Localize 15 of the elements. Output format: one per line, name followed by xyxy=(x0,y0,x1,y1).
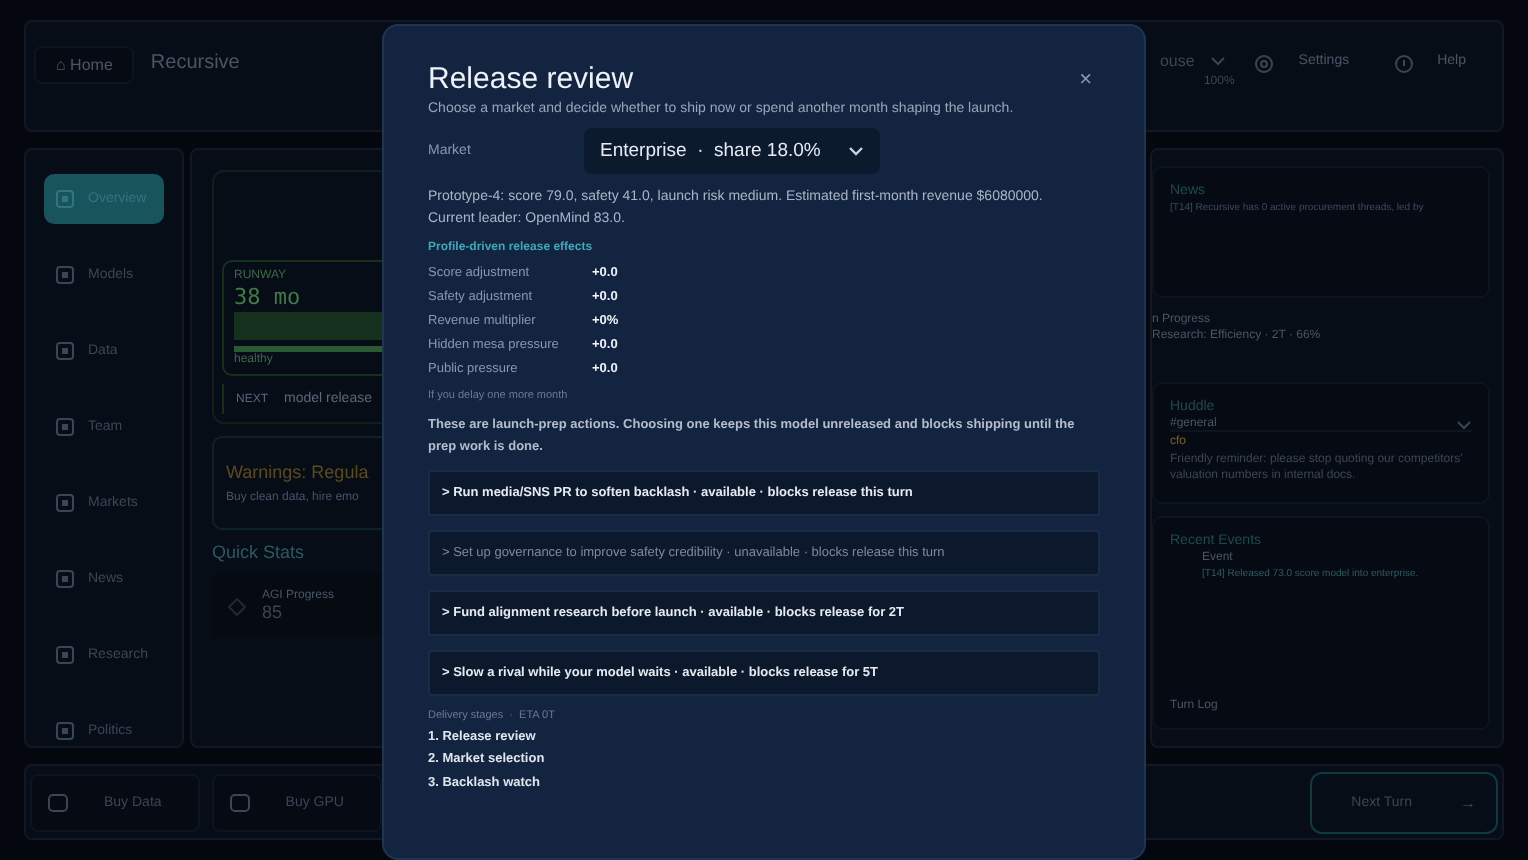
chevron-icon xyxy=(848,146,865,156)
help-icon[interactable] xyxy=(1393,54,1414,74)
market-dropdown[interactable]: Enterprise · share 18.0% xyxy=(584,128,881,174)
section-title: Quick Stats xyxy=(212,542,305,562)
diamond-icon xyxy=(228,597,246,615)
chevron-icon xyxy=(1456,419,1472,429)
warning-title: Warnings: Regula xyxy=(226,462,369,482)
home-button[interactable]: ⌂ Home xyxy=(34,46,135,84)
chevron-icon xyxy=(1210,56,1227,66)
dialog-title: Release review xyxy=(428,62,634,96)
close-button[interactable]: × xyxy=(1071,67,1100,91)
settings-icon[interactable] xyxy=(1254,54,1275,74)
runway-value: 38 mo xyxy=(234,284,301,310)
stat-value: 85 xyxy=(262,602,285,622)
app-title: Recursive xyxy=(150,50,240,74)
